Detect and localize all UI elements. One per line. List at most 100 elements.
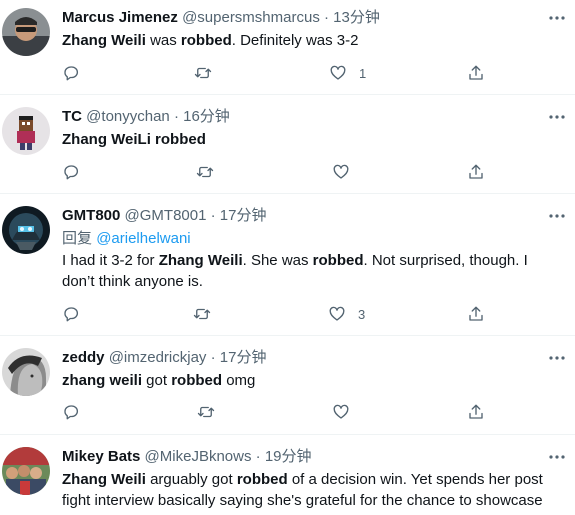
tweet-text-segment: . She was: [242, 252, 313, 269]
tweet-text-segment: zhang weili: [62, 372, 143, 389]
tweet-text-segment: got: [142, 372, 172, 389]
like-button[interactable]: [332, 402, 350, 422]
share-icon: [469, 65, 483, 80]
reply-button[interactable]: [62, 402, 80, 422]
more-options-icon[interactable]: [547, 447, 567, 467]
reply-to-link[interactable]: @arielhelwani: [96, 230, 190, 247]
share-button[interactable]: [467, 162, 485, 182]
tweet-text-segment: I had it 3-2 for: [62, 252, 159, 269]
tweet-text: I had it 3-2 for Zhang Weili. She was ro…: [62, 250, 561, 292]
tweet-header: Marcus Jimenez @supersmshmarcus · 13分钟: [62, 8, 535, 28]
tweet-text: Zhang Weili arguably got robbed of a dec…: [62, 469, 561, 515]
tweet-text: Zhang WeiLi robbed: [62, 129, 561, 150]
share-button[interactable]: [467, 402, 485, 422]
separator-dot: ·: [173, 108, 179, 125]
tweet[interactable]: GMT800 @GMT8001 · 17分钟 回复 @arielhelwani …: [0, 194, 575, 336]
more-options-icon[interactable]: [547, 348, 567, 368]
tweet-text-segment: robbed: [180, 32, 232, 49]
separator-dot: ·: [210, 207, 216, 224]
reply-prefix: 回复: [62, 230, 93, 247]
separator-dot: ·: [210, 349, 216, 366]
handle[interactable]: @GMT8001: [125, 207, 207, 224]
tweet-text-segment: arguably got: [145, 471, 237, 488]
tweet-text-segment: robbed: [236, 471, 288, 488]
display-name[interactable]: zeddy: [62, 349, 105, 366]
tweet-header: zeddy @imzedrickjay · 17分钟: [62, 348, 535, 368]
tweet-text: zhang weili got robbed omg: [62, 370, 561, 391]
timestamp[interactable]: 13分钟: [333, 9, 380, 26]
retweet-button[interactable]: [197, 402, 215, 422]
tweet-header: GMT800 @GMT8001 · 17分钟: [62, 206, 535, 226]
handle[interactable]: @MikeJBknows: [145, 448, 252, 465]
avatar[interactable]: [2, 107, 50, 155]
tweet-text: Zhang Weili was robbed. Definitely was 3…: [62, 30, 561, 51]
tweet-header: TC @tonyychan · 16分钟: [62, 107, 535, 127]
handle[interactable]: @supersmshmarcus: [182, 9, 320, 26]
tweet-text-segment: . Definitely was 3-2: [231, 32, 359, 49]
tweet-text-segment: omg: [222, 372, 256, 389]
reply-button[interactable]: [62, 162, 80, 182]
retweet-button[interactable]: [193, 304, 211, 324]
timestamp[interactable]: 19分钟: [265, 448, 312, 465]
timestamp[interactable]: 16分钟: [183, 108, 230, 125]
reply-button[interactable]: [62, 304, 80, 324]
timestamp[interactable]: 17分钟: [220, 207, 267, 224]
reply-icon: [64, 405, 79, 420]
more-options-icon[interactable]: [547, 206, 567, 226]
retweet-icon: [193, 308, 211, 320]
heart-icon: [329, 306, 345, 321]
reply-button[interactable]: [62, 63, 80, 83]
handle[interactable]: @imzedrickjay: [109, 349, 207, 366]
reply-icon: [64, 66, 79, 81]
avatar[interactable]: [2, 348, 50, 396]
like-button[interactable]: 1: [329, 63, 366, 83]
like-button[interactable]: 3: [328, 304, 365, 324]
like-count: 3: [358, 306, 366, 322]
avatar[interactable]: [2, 8, 50, 56]
tweet-header: Mikey Bats @MikeJBknows · 19分钟: [62, 447, 535, 467]
tweet[interactable]: Marcus Jimenez @supersmshmarcus · 13分钟 Z…: [0, 0, 575, 95]
tweet[interactable]: TC @tonyychan · 16分钟 Zhang WeiLi robbed: [0, 95, 575, 194]
reply-icon: [64, 165, 79, 180]
share-icon: [469, 404, 483, 419]
tweet-text-segment: was: [145, 32, 181, 49]
tweet-text-segment: Zhang WeiLi robbed: [62, 131, 206, 148]
tweet-text-segment: robbed: [171, 372, 223, 389]
share-button[interactable]: [467, 63, 485, 83]
display-name[interactable]: TC: [62, 108, 82, 125]
retweet-icon: [196, 166, 214, 178]
share-icon: [469, 306, 483, 321]
like-button[interactable]: [332, 162, 350, 182]
display-name[interactable]: Marcus Jimenez: [62, 9, 178, 26]
heart-icon: [330, 65, 346, 80]
tweet-text-segment: Zhang Weili: [158, 252, 243, 269]
tweet[interactable]: zeddy @imzedrickjay · 17分钟 zhang weili g…: [0, 336, 575, 435]
handle[interactable]: @tonyychan: [86, 108, 170, 125]
retweet-button[interactable]: [196, 162, 214, 182]
tweet-text-segment: robbed: [312, 252, 364, 269]
display-name[interactable]: Mikey Bats: [62, 448, 140, 465]
share-icon: [469, 164, 483, 179]
more-options-icon[interactable]: [547, 107, 567, 127]
display-name[interactable]: GMT800: [62, 207, 120, 224]
heart-icon: [333, 404, 349, 419]
tweet-text-segment: Zhang Weili: [62, 471, 146, 488]
tweet-actions: 1: [62, 63, 492, 83]
timestamp[interactable]: 17分钟: [220, 349, 267, 366]
retweet-icon: [194, 67, 212, 79]
avatar[interactable]: [2, 206, 50, 254]
heart-icon: [333, 164, 349, 179]
tweet-actions: [62, 402, 492, 422]
reply-context: 回复 @arielhelwani: [62, 228, 561, 249]
separator-dot: ·: [255, 448, 261, 465]
more-options-icon[interactable]: [547, 8, 567, 28]
tweet[interactable]: Mikey Bats @MikeJBknows · 19分钟 Zhang Wei…: [0, 435, 575, 515]
avatar[interactable]: [2, 447, 50, 495]
tweet-actions: 3: [62, 304, 492, 324]
separator-dot: ·: [324, 9, 329, 26]
like-count: 1: [359, 65, 367, 81]
share-button[interactable]: [467, 304, 485, 324]
retweet-icon: [197, 406, 215, 418]
tweet-text-segment: Zhang Weili: [62, 32, 146, 49]
retweet-button[interactable]: [194, 63, 212, 83]
